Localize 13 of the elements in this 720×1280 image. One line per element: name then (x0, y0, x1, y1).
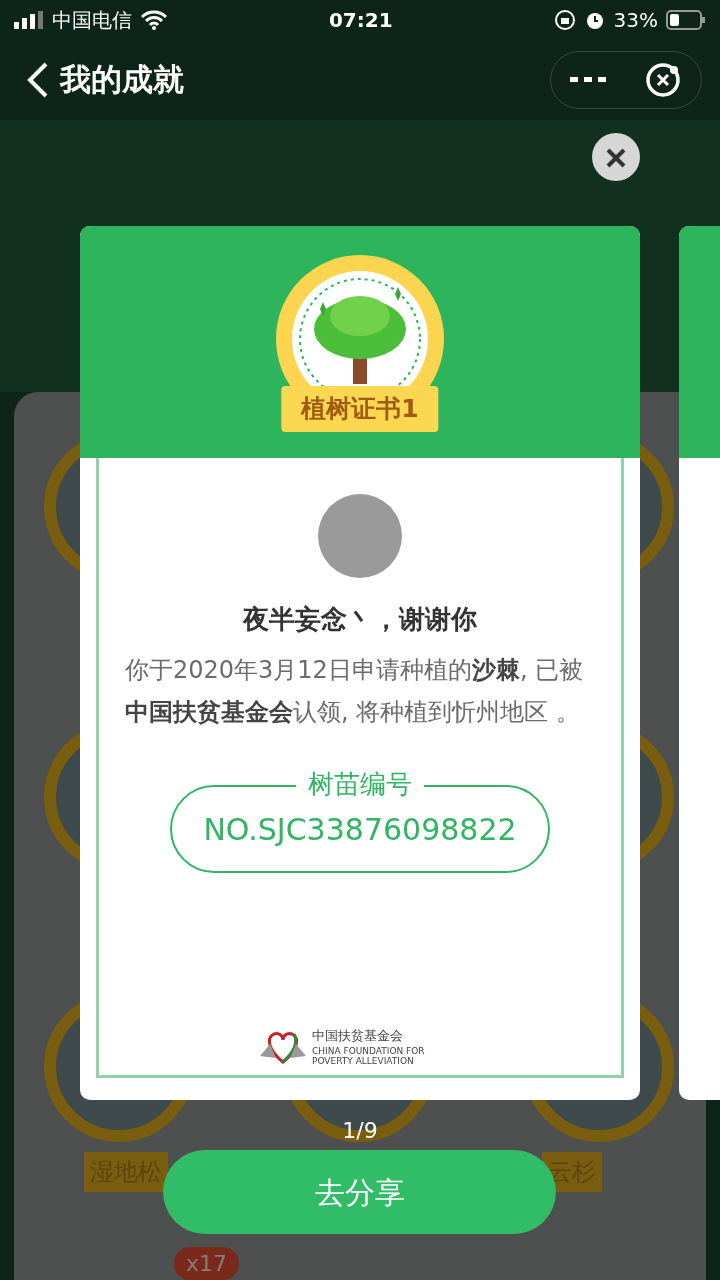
certificate-title: 植树证书1 (281, 386, 439, 432)
carrier-name: 中国电信 (52, 7, 132, 34)
foundation-name: 中国扶贫基金会 (312, 1027, 404, 1046)
seedling-number: NO.SJC33876098822 (203, 810, 517, 849)
share-button[interactable]: 去分享 (163, 1150, 556, 1234)
page-indicator: 1/9 (341, 1117, 379, 1145)
certificate-message: 你于2020年3月12日申请种植的沙棘, 已被中国扶贫基金会认领, 将种植到忻州地区 。 (125, 655, 585, 728)
greeting-text: 夜半妄念丶，谢谢你 (243, 603, 477, 636)
page-title: 我的成就 (60, 61, 184, 99)
clock-time: 07:21 (328, 8, 393, 32)
battery-percent: 33% (613, 7, 658, 34)
count-badge: x17 (174, 1247, 239, 1280)
foundation-english-name: CHINA FOUNDATION FOR POVERTY ALLEVIATION (312, 1045, 426, 1066)
